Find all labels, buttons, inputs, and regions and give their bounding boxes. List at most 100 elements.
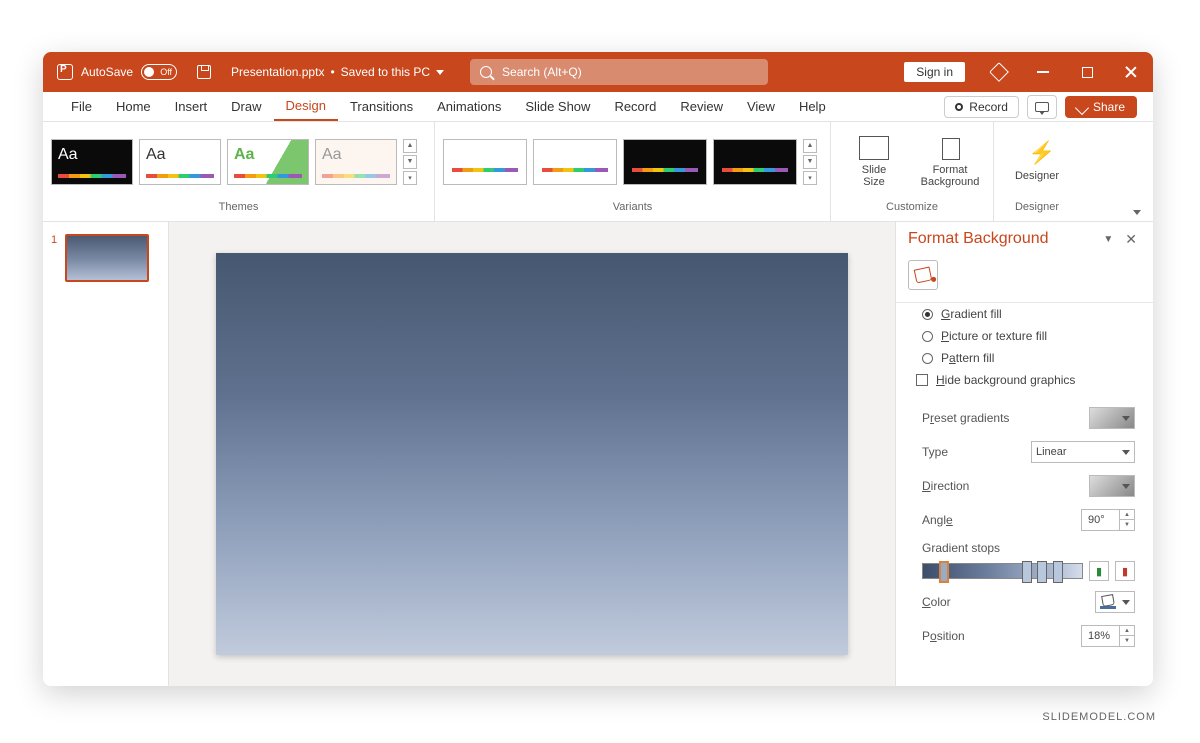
variants-more[interactable]: ▾ <box>803 171 817 185</box>
position-input[interactable]: 18%▲▼ <box>1081 625 1135 647</box>
variant-thumb[interactable] <box>443 139 527 185</box>
tab-animations[interactable]: Animations <box>425 92 513 121</box>
record-button[interactable]: Record <box>944 96 1019 118</box>
ribbon-group-customize: Slide Size Format Background Customize <box>831 122 994 221</box>
slide-size-button[interactable]: Slide Size <box>839 136 909 188</box>
theme-thumb[interactable]: Aa <box>51 139 133 185</box>
tab-record[interactable]: Record <box>602 92 668 121</box>
tab-design[interactable]: Design <box>274 92 338 121</box>
gradient-stop[interactable] <box>1037 561 1047 583</box>
gradient-stop[interactable] <box>1022 561 1032 583</box>
format-background-button[interactable]: Format Background <box>915 136 985 188</box>
theme-thumb[interactable]: Aa <box>139 139 221 185</box>
slide-preview <box>65 234 149 282</box>
radio-icon <box>922 331 933 342</box>
tab-draw[interactable]: Draw <box>219 92 273 121</box>
direction-label: Direction <box>922 479 969 493</box>
ribbon-group-themes: Aa Aa Aa Aa ▲▼▾ Themes <box>43 122 435 221</box>
radio-gradient-fill[interactable]: GGradient fillradient fill <box>912 303 1149 325</box>
pane-close-button[interactable]: ✕ <box>1121 231 1141 248</box>
tab-transitions[interactable]: Transitions <box>338 92 425 121</box>
radio-icon <box>922 309 933 320</box>
main-area: 1 Format Background ▼ ✕ GGradient fillra… <box>43 222 1153 686</box>
angle-label: Angle <box>922 513 953 527</box>
variants-up[interactable]: ▲ <box>803 139 817 153</box>
radio-icon <box>922 353 933 364</box>
tab-view[interactable]: View <box>735 92 787 121</box>
designer-button[interactable]: Designer <box>1002 142 1072 182</box>
close-button[interactable] <box>1109 52 1153 92</box>
remove-stop-button[interactable]: ▮ <box>1115 561 1135 581</box>
angle-input[interactable]: 90°▲▼ <box>1081 509 1135 531</box>
preset-gradients-label: Preset gradients <box>922 411 1009 425</box>
coming-soon-button[interactable] <box>977 52 1021 92</box>
position-label: Position <box>922 629 965 643</box>
maximize-icon <box>1082 67 1093 78</box>
signin-button[interactable]: Sign in <box>904 62 965 82</box>
variant-thumb[interactable] <box>533 139 617 185</box>
gradient-stops-label: Gradient stops <box>922 541 1135 561</box>
comment-icon <box>1035 102 1049 112</box>
direction-dropdown[interactable] <box>1089 475 1135 497</box>
ribbon-tabs: File Home Insert Draw Design Transitions… <box>43 92 1153 122</box>
slide-thumbnails: 1 <box>43 222 169 686</box>
tab-home[interactable]: Home <box>104 92 163 121</box>
theme-thumb[interactable]: Aa <box>227 139 309 185</box>
powerpoint-icon <box>57 64 73 80</box>
share-button[interactable]: Share <box>1065 96 1137 118</box>
paint-bucket-icon <box>914 266 933 283</box>
slide-thumbnail-1[interactable]: 1 <box>51 234 160 282</box>
watermark: SLIDEMODEL.COM <box>1042 711 1156 723</box>
share-icon <box>1075 100 1089 114</box>
autosave-label: AutoSave <box>81 65 133 79</box>
slide-canvas[interactable] <box>169 222 895 686</box>
minimize-icon <box>1037 71 1049 73</box>
color-swatch-icon <box>1100 595 1116 609</box>
radio-pattern-fill[interactable]: Pattern fill <box>912 347 1149 369</box>
themes-down[interactable]: ▼ <box>403 155 417 169</box>
type-label: Type <box>922 445 948 459</box>
variant-thumb[interactable] <box>713 139 797 185</box>
variant-thumb[interactable] <box>623 139 707 185</box>
chevron-down-icon <box>1133 210 1141 215</box>
gradient-stop[interactable] <box>1053 561 1063 583</box>
variants-down[interactable]: ▼ <box>803 155 817 169</box>
app-window: AutoSave Off Presentation.pptx • Saved t… <box>43 52 1153 686</box>
color-label: Color <box>922 595 951 609</box>
themes-up[interactable]: ▲ <box>403 139 417 153</box>
minimize-button[interactable] <box>1021 52 1065 92</box>
search-box[interactable]: Search (Alt+Q) <box>470 59 768 85</box>
type-dropdown[interactable]: Linear <box>1031 441 1135 463</box>
tab-review[interactable]: Review <box>668 92 735 121</box>
comments-button[interactable] <box>1027 95 1057 119</box>
designer-icon <box>1022 142 1052 166</box>
ribbon-collapse-button[interactable] <box>1121 204 1153 221</box>
checkbox-icon <box>916 374 928 386</box>
theme-thumb[interactable]: Aa <box>315 139 397 185</box>
format-background-icon <box>935 136 965 160</box>
tab-slideshow[interactable]: Slide Show <box>513 92 602 121</box>
fill-tab[interactable] <box>908 260 938 290</box>
tab-help[interactable]: Help <box>787 92 838 121</box>
tab-file[interactable]: File <box>59 92 104 121</box>
color-dropdown[interactable] <box>1095 591 1135 613</box>
radio-picture-fill[interactable]: Picture or texture fill <box>912 325 1149 347</box>
preset-gradients-dropdown[interactable] <box>1089 407 1135 429</box>
save-icon[interactable] <box>197 65 211 79</box>
checkbox-hide-graphics[interactable]: Hide background graphics <box>912 369 1149 391</box>
gradient-stops-bar[interactable] <box>922 563 1083 579</box>
format-background-pane: Format Background ▼ ✕ GGradient fillradi… <box>895 222 1153 686</box>
autosave-toggle[interactable]: Off <box>141 64 177 80</box>
ribbon: Aa Aa Aa Aa ▲▼▾ Themes ▲▼▾ Variants <box>43 122 1153 222</box>
maximize-button[interactable] <box>1065 52 1109 92</box>
search-icon <box>480 66 492 78</box>
pane-menu-button[interactable]: ▼ <box>1095 234 1121 245</box>
add-stop-button[interactable]: ▮ <box>1089 561 1109 581</box>
document-title[interactable]: Presentation.pptx • Saved to this PC <box>221 65 454 79</box>
gradient-stop[interactable] <box>939 561 949 583</box>
current-slide[interactable] <box>216 253 848 655</box>
themes-more[interactable]: ▾ <box>403 171 417 185</box>
tab-insert[interactable]: Insert <box>163 92 220 121</box>
titlebar: AutoSave Off Presentation.pptx • Saved t… <box>43 52 1153 92</box>
record-icon <box>955 103 963 111</box>
